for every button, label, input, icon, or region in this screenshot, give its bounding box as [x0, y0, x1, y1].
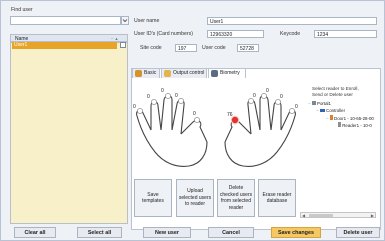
scroll-right-icon: ▶ [370, 213, 374, 218]
tab-basic-label: Basic [144, 70, 157, 76]
user-name-label: User name [134, 18, 160, 24]
tree-horizontal-scrollbar[interactable]: ◀ ▶ [300, 212, 376, 218]
scroll-left-icon: ◀ [302, 213, 306, 218]
left-thumb [180, 119, 208, 143]
find-user-input[interactable] [10, 16, 121, 25]
user-ids-field[interactable]: 12963320 [207, 30, 264, 38]
tree-expander-icon: − [308, 101, 311, 106]
finger-marker-4[interactable] [178, 98, 184, 104]
tab-biometry[interactable]: Biometry [208, 68, 246, 78]
tree-item-door[interactable]: − Door1 - 10-65-28-00 [326, 115, 374, 121]
scrollbar-thumb[interactable] [309, 214, 333, 217]
finger-marker-3[interactable] [165, 93, 171, 99]
tree-item-reader[interactable]: Reader1 - 10-0 [338, 122, 372, 128]
user-code-field[interactable]: 52728 [237, 44, 259, 52]
tree-expander-icon: − [326, 116, 329, 121]
fingerprint-icon [211, 70, 218, 77]
user-code-label: User code [202, 45, 226, 51]
cancel-button[interactable]: Cancel [208, 227, 254, 238]
finger-marker-7[interactable] [248, 98, 254, 104]
instruction-line-2: Send or Delete user [312, 92, 353, 97]
tree-expander-icon: − [316, 108, 319, 113]
controller-icon [319, 109, 325, 112]
site-code-field[interactable]: 197 [175, 44, 197, 52]
reader-icon [338, 122, 341, 127]
user-icon [135, 70, 142, 77]
clear-all-button[interactable]: Clear all [14, 227, 56, 238]
tree-door-label: Door1 - 10-65-28-00 [334, 116, 374, 121]
sort-icon: − ▲ [111, 36, 119, 41]
tab-output-control-label: Output control [173, 70, 205, 76]
hands-diagram: 0 0 0 0 0 76 0 0 0 0 [133, 88, 298, 167]
instruction-line-1: Select reader to Enroll, [312, 86, 359, 91]
tab-biometry-label: Biometry [220, 70, 240, 76]
door-icon [329, 115, 333, 120]
finger-count-8: 0 [266, 88, 269, 94]
finger-marker-10[interactable] [289, 108, 295, 114]
erase-reader-database-button[interactable]: Erase reader database [258, 179, 296, 217]
find-user-dropdown-button[interactable] [121, 16, 129, 25]
tab-output-control[interactable]: Output control [161, 68, 207, 78]
site-code-label: Site code [140, 45, 162, 51]
user-list-header[interactable]: Name − ▲ [10, 34, 128, 42]
user-ids-label: User ID's (Card numbers) [134, 31, 193, 37]
keycode-label: Keycode [280, 31, 301, 37]
save-templates-button[interactable]: Save templates [134, 179, 172, 217]
finger-marker-5[interactable] [194, 117, 200, 123]
tree-item-portal[interactable]: − Portal1 [308, 101, 331, 106]
user-row-checkbox[interactable] [120, 42, 126, 48]
output-icon [164, 70, 171, 77]
finger-marker-2[interactable] [151, 99, 157, 105]
finger-marker-9[interactable] [275, 99, 281, 105]
finger-count-9: 0 [280, 94, 283, 100]
tree-controller-label: Controller [326, 108, 346, 113]
user-name-cell: User1 [14, 42, 28, 48]
new-user-button[interactable]: New user [143, 227, 191, 238]
right-middle-finger [259, 94, 272, 131]
table-row[interactable]: User1 [12, 42, 117, 49]
chevron-down-icon [122, 19, 128, 23]
finger-count-5: 0 [193, 111, 196, 117]
tab-basic[interactable]: Basic [132, 68, 160, 78]
upload-users-button[interactable]: Upload selected users to reader [176, 179, 214, 217]
finger-count-2: 0 [147, 94, 150, 100]
delete-user-button[interactable]: Delete user [336, 227, 380, 238]
finger-marker-1[interactable] [137, 108, 143, 114]
user-list[interactable] [10, 42, 128, 224]
tree-item-controller[interactable]: − Controller [316, 108, 345, 113]
finger-count-7: 0 [253, 93, 256, 99]
delete-checked-users-button[interactable]: Delete checked users from selected reade… [217, 179, 255, 217]
tree-root-label: Portal1 [317, 101, 331, 106]
portal-icon [311, 101, 316, 105]
finger-count-4: 0 [175, 93, 178, 99]
tree-reader-label: Reader1 - 10-0 [342, 123, 372, 128]
finger-count-1: 0 [133, 104, 136, 110]
finger-count-10: 0 [295, 104, 298, 110]
find-user-label: Find user [11, 7, 33, 13]
user-name-field[interactable]: User1 [207, 17, 377, 25]
finger-count-3: 0 [161, 88, 164, 94]
keycode-field[interactable]: 1234 [314, 30, 377, 38]
right-index-finger [247, 99, 261, 135]
left-index-finger [171, 99, 185, 135]
right-ring-finger [270, 100, 282, 131]
left-ring-finger [150, 100, 162, 131]
finger-marker-8[interactable] [261, 93, 267, 99]
right-thumb [224, 119, 252, 143]
finger-count-6: 76 [227, 112, 233, 118]
left-middle-finger [160, 94, 173, 131]
save-changes-button[interactable]: Save changes [271, 227, 321, 238]
select-all-button[interactable]: Select all [77, 227, 122, 238]
